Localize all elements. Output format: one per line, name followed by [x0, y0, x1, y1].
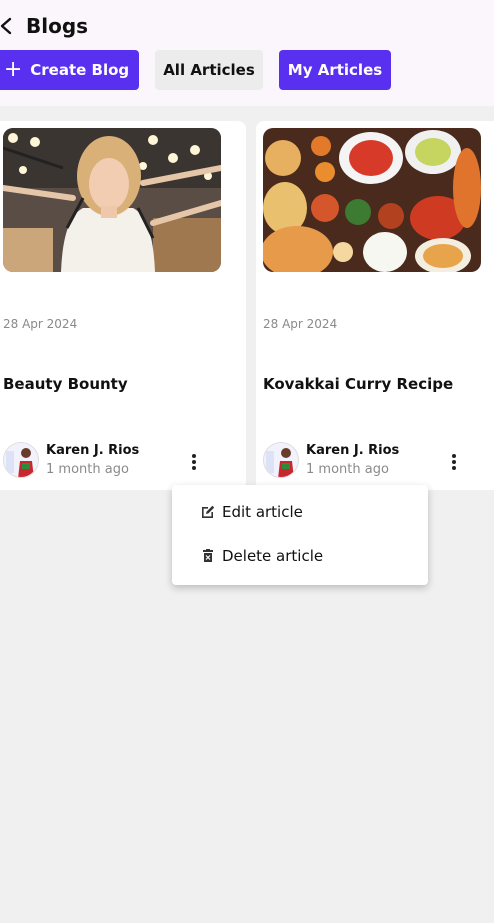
edit-article-label: Edit article	[222, 503, 303, 521]
avatar[interactable]	[263, 442, 299, 478]
author-name: Karen J. Rios	[46, 443, 140, 458]
blog-thumbnail[interactable]	[263, 128, 481, 272]
more-options-icon[interactable]	[446, 452, 462, 472]
post-title[interactable]: Beauty Bounty	[3, 375, 128, 393]
delete-article-label: Delete article	[222, 547, 324, 565]
post-date: 28 Apr 2024	[3, 317, 78, 331]
post-date: 28 Apr 2024	[263, 317, 338, 331]
my-articles-tab[interactable]: My Articles	[279, 50, 391, 90]
avatar[interactable]	[3, 442, 39, 478]
post-age: 1 month ago	[46, 462, 129, 477]
all-articles-tab[interactable]: All Articles	[155, 50, 263, 90]
edit-article-menu-item[interactable]: Edit article	[200, 500, 303, 524]
plus-icon: +	[3, 57, 23, 82]
my-articles-label: My Articles	[287, 61, 383, 79]
back-arrow-icon[interactable]	[0, 12, 18, 40]
blog-card[interactable]: 28 Apr 2024 Beauty Bounty Karen J. Rios …	[0, 121, 246, 490]
edit-icon	[200, 504, 216, 520]
trash-icon	[200, 548, 216, 564]
create-blog-button[interactable]: + Create Blog	[0, 50, 139, 90]
post-title[interactable]: Kovakkai Curry Recipe	[263, 375, 453, 393]
post-age: 1 month ago	[306, 462, 389, 477]
delete-article-menu-item[interactable]: Delete article	[200, 544, 323, 568]
all-articles-label: All Articles	[163, 61, 255, 79]
blog-thumbnail[interactable]	[3, 128, 221, 272]
header: Blogs + Create Blog All Articles My Arti…	[0, 0, 494, 106]
blog-card[interactable]: 28 Apr 2024 Kovakkai Curry Recipe Karen …	[256, 121, 494, 490]
author-name: Karen J. Rios	[306, 443, 400, 458]
create-blog-label: Create Blog	[30, 61, 130, 79]
article-options-menu: Edit article Delete article	[172, 485, 428, 585]
page-title: Blogs	[26, 14, 89, 38]
more-options-icon[interactable]	[186, 452, 202, 472]
